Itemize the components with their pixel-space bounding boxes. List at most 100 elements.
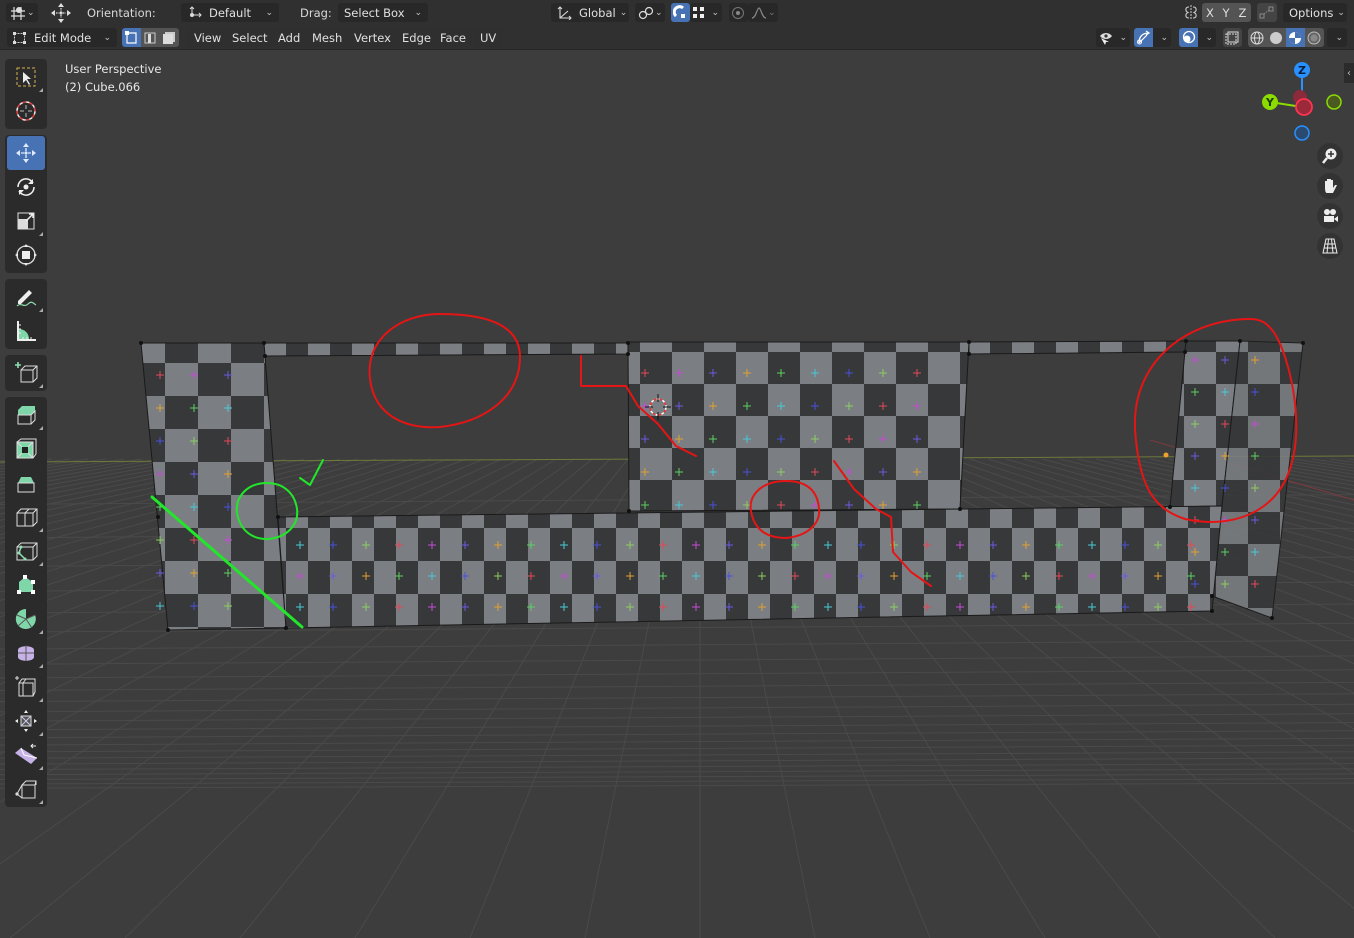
global-axes-icon bbox=[557, 5, 573, 20]
tool-rotate[interactable] bbox=[7, 170, 45, 204]
chevron-down-icon: ⌄ bbox=[619, 7, 628, 18]
viewport-canvas[interactable] bbox=[0, 51, 1354, 938]
tool-scale[interactable] bbox=[7, 204, 45, 238]
viewport-info: User Perspective (2) Cube.066 bbox=[65, 60, 161, 96]
overlay-toggle[interactable] bbox=[1179, 28, 1198, 47]
sidebar-toggle[interactable]: ‹ bbox=[1344, 63, 1354, 83]
vertex-select-mode-button[interactable] bbox=[122, 28, 141, 47]
tool-inset-faces[interactable] bbox=[7, 432, 45, 466]
3d-viewport[interactable]: User Perspective (2) Cube.066 Z Y ‹ bbox=[0, 51, 1354, 938]
shading-rendered-button[interactable] bbox=[1305, 28, 1324, 47]
gizmo-dropdown[interactable]: ⌄ bbox=[1153, 28, 1171, 47]
menu-vertex[interactable]: Vertex bbox=[348, 28, 397, 47]
y-axis-label: Y bbox=[1265, 96, 1275, 109]
mirror-z-toggle[interactable]: Z bbox=[1234, 3, 1251, 22]
transform-icon bbox=[14, 243, 38, 267]
options-dropdown[interactable]: Options ⌄ bbox=[1283, 3, 1347, 22]
tool-annotate[interactable] bbox=[7, 280, 45, 314]
menu-edge[interactable]: Edge bbox=[396, 28, 437, 47]
mode-dropdown[interactable]: Edit Mode ⌄ bbox=[7, 28, 117, 47]
drag-dropdown[interactable]: Select Box ⌄ bbox=[338, 3, 428, 22]
menu-uv[interactable]: UV bbox=[474, 28, 503, 47]
edge-select-mode-button[interactable] bbox=[141, 28, 160, 47]
menu-add[interactable]: Add bbox=[272, 28, 307, 47]
gizmo-icon bbox=[1136, 30, 1151, 45]
mirror-x-toggle[interactable]: X bbox=[1202, 3, 1218, 22]
tool-shrink-fatten[interactable] bbox=[7, 704, 45, 738]
pivot-point-dropdown[interactable]: ⌄ bbox=[635, 3, 665, 22]
annotation-red-circle bbox=[368, 313, 521, 429]
tool-select-box[interactable] bbox=[7, 60, 45, 94]
shading-solid-icon bbox=[1269, 31, 1283, 45]
menu-mesh[interactable]: Mesh bbox=[306, 28, 349, 47]
zoom-icon bbox=[1321, 147, 1339, 165]
navigation-gizmo[interactable]: Z Y bbox=[1257, 59, 1347, 149]
tool-bevel[interactable] bbox=[7, 466, 45, 500]
snap-target-dropdown[interactable]: ⌄ bbox=[690, 3, 722, 22]
tool-extrude-region[interactable] bbox=[7, 398, 45, 432]
shading-wireframe-button[interactable] bbox=[1248, 28, 1267, 47]
mesh-face bbox=[277, 505, 1223, 629]
selectability-dropdown[interactable]: ⌄ bbox=[1096, 28, 1130, 47]
transform-orientation-dropdown[interactable]: Global ⌄ bbox=[551, 3, 629, 22]
xray-toggle[interactable] bbox=[1223, 28, 1242, 47]
chevron-down-icon: ⌄ bbox=[414, 7, 422, 18]
menu-face[interactable]: Face bbox=[434, 28, 473, 47]
falloff-dropdown[interactable]: ⌄ bbox=[748, 3, 778, 22]
shading-material-button[interactable] bbox=[1286, 28, 1305, 47]
tool-poly-build[interactable] bbox=[7, 568, 45, 602]
shading-options-dropdown[interactable]: ⌄ bbox=[1327, 28, 1347, 47]
overlay-dropdown[interactable]: ⌄ bbox=[1198, 28, 1216, 47]
chevron-down-icon: ⌄ bbox=[711, 7, 719, 18]
ortho-grid-icon bbox=[1321, 237, 1339, 255]
viewport-editor-icon bbox=[10, 6, 26, 20]
editor-type-button[interactable]: ⌄ bbox=[6, 3, 38, 22]
tool-loop-cut[interactable] bbox=[7, 500, 45, 534]
menu-view[interactable]: View bbox=[188, 28, 228, 47]
tool-add-cube[interactable] bbox=[7, 356, 45, 390]
tool-rip-region[interactable] bbox=[7, 772, 45, 806]
menu-select[interactable]: Select bbox=[226, 28, 274, 47]
snap-magnet-icon bbox=[673, 5, 688, 20]
ortho-toggle-button[interactable] bbox=[1317, 233, 1343, 259]
tool-cursor[interactable] bbox=[7, 94, 45, 128]
mesh-face bbox=[263, 342, 629, 357]
gizmo-toggle[interactable] bbox=[1134, 28, 1153, 47]
tool-knife[interactable] bbox=[7, 534, 45, 568]
orientation-dropdown[interactable]: Default ⌄ bbox=[181, 3, 279, 22]
auto-merge-toggle[interactable] bbox=[1257, 3, 1277, 22]
shading-solid-button[interactable] bbox=[1267, 28, 1286, 47]
edit-mode-icon bbox=[13, 31, 27, 45]
tool-measure[interactable] bbox=[7, 314, 45, 348]
mirror-y-toggle[interactable]: Y bbox=[1218, 3, 1234, 22]
tool-spin[interactable] bbox=[7, 602, 45, 636]
chevron-down-icon: ⌄ bbox=[103, 32, 111, 43]
camera-view-button[interactable] bbox=[1317, 203, 1343, 229]
camera-icon bbox=[1321, 207, 1339, 225]
tool-move[interactable] bbox=[7, 136, 45, 170]
pan-button[interactable] bbox=[1317, 173, 1343, 199]
proportional-edit-toggle[interactable] bbox=[729, 3, 748, 22]
shrink-fatten-icon bbox=[14, 709, 38, 733]
bevel-icon bbox=[14, 471, 38, 495]
cursor-icon bbox=[14, 99, 38, 123]
chevron-down-icon: ⌄ bbox=[1160, 32, 1168, 43]
tool-shear[interactable] bbox=[7, 738, 45, 772]
orientation-value: Default bbox=[209, 5, 252, 20]
transform-space-value: Global bbox=[579, 5, 616, 20]
mesh-face bbox=[968, 340, 1187, 355]
snap-toggle[interactable] bbox=[671, 3, 690, 22]
move-transform-icon bbox=[50, 2, 72, 24]
face-select-mode-button[interactable] bbox=[160, 28, 179, 47]
tool-group-mesh bbox=[5, 397, 47, 807]
move-icon bbox=[14, 141, 38, 165]
zoom-button[interactable] bbox=[1317, 143, 1343, 169]
poly-build-icon bbox=[14, 573, 38, 597]
tool-transform[interactable] bbox=[7, 238, 45, 272]
tool-edge-slide[interactable] bbox=[7, 670, 45, 704]
tool-smooth[interactable] bbox=[7, 636, 45, 670]
mesh-object[interactable] bbox=[139, 339, 1305, 632]
xray-icon bbox=[1225, 31, 1239, 45]
mode-value: Edit Mode bbox=[34, 30, 92, 45]
z-axis-label: Z bbox=[1298, 64, 1306, 77]
